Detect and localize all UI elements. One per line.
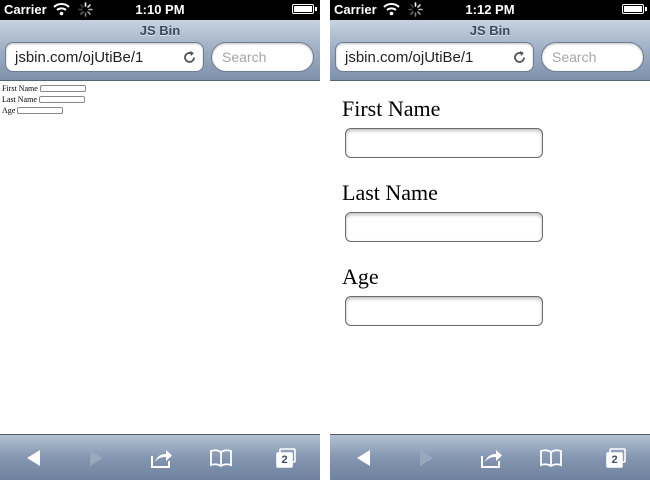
search-placeholder: Search: [552, 49, 597, 65]
last-name-field[interactable]: [345, 212, 543, 242]
search-input[interactable]: Search: [541, 42, 644, 72]
bookmarks-icon[interactable]: [209, 447, 233, 469]
url-text: jsbin.com/ojUtiBe/1: [345, 49, 474, 66]
status-bar: Carrier 1:12 PM: [330, 0, 650, 20]
share-icon[interactable]: [149, 447, 173, 469]
age-label: Age: [342, 264, 379, 289]
address-bar[interactable]: jsbin.com/ojUtiBe/1: [5, 42, 204, 72]
first-name-field[interactable]: [39, 85, 86, 92]
page-title: JS Bin: [469, 23, 511, 38]
form-zoomed: First Name Last Name Age: [342, 96, 543, 348]
phone-screen-left: Carrier 1:10 PM JS Bin jsbin.com/ojUtiBe…: [0, 0, 320, 480]
age-field[interactable]: [17, 107, 64, 114]
tabs-count: 2: [611, 454, 618, 466]
search-input[interactable]: Search: [211, 42, 314, 72]
bookmarks-icon[interactable]: [539, 447, 563, 469]
form-row: Last Name: [2, 94, 86, 105]
first-name-label: First Name: [2, 84, 38, 93]
form-row: First Name: [2, 83, 86, 94]
tabs-icon[interactable]: 2: [274, 447, 298, 469]
forward-arrow-icon[interactable]: [84, 447, 108, 469]
browser-toolbar: 2: [0, 434, 320, 480]
address-bar[interactable]: jsbin.com/ojUtiBe/1: [335, 42, 534, 72]
clock: 1:10 PM: [135, 2, 185, 17]
web-content: First Name Last Name Age: [0, 81, 320, 435]
reload-icon[interactable]: [182, 50, 197, 65]
browser-toolbar: 2: [330, 434, 650, 480]
first-name-field[interactable]: [345, 128, 543, 158]
last-name-label: Last Name: [342, 180, 438, 205]
back-arrow-icon[interactable]: [22, 447, 46, 469]
browser-nav-bar: JS Bin jsbin.com/ojUtiBe/1 Search: [0, 20, 320, 81]
form-unzoomed: First Name Last Name Age: [2, 83, 86, 116]
last-name-label: Last Name: [2, 95, 37, 104]
back-arrow-icon[interactable]: [352, 447, 376, 469]
tabs-icon[interactable]: 2: [604, 447, 628, 469]
reload-icon[interactable]: [512, 50, 527, 65]
web-content: First Name Last Name Age: [330, 81, 650, 435]
last-name-field[interactable]: [38, 96, 85, 103]
battery-icon: [292, 4, 317, 14]
browser-nav-bar: JS Bin jsbin.com/ojUtiBe/1 Search: [330, 20, 650, 81]
share-icon[interactable]: [479, 447, 503, 469]
clock: 1:12 PM: [465, 2, 515, 17]
search-placeholder: Search: [222, 49, 267, 65]
age-label: Age: [2, 106, 16, 115]
status-bar: Carrier 1:10 PM: [0, 0, 320, 20]
tabs-count: 2: [281, 454, 288, 466]
battery-icon: [622, 4, 647, 14]
phone-screen-right: Carrier 1:12 PM JS Bin jsbin.com/ojUtiBe…: [330, 0, 650, 480]
page-title: JS Bin: [139, 23, 181, 38]
url-text: jsbin.com/ojUtiBe/1: [15, 49, 144, 66]
first-name-label: First Name: [342, 96, 441, 121]
forward-arrow-icon[interactable]: [414, 447, 438, 469]
form-row: Age: [2, 105, 86, 116]
age-field[interactable]: [345, 296, 543, 326]
